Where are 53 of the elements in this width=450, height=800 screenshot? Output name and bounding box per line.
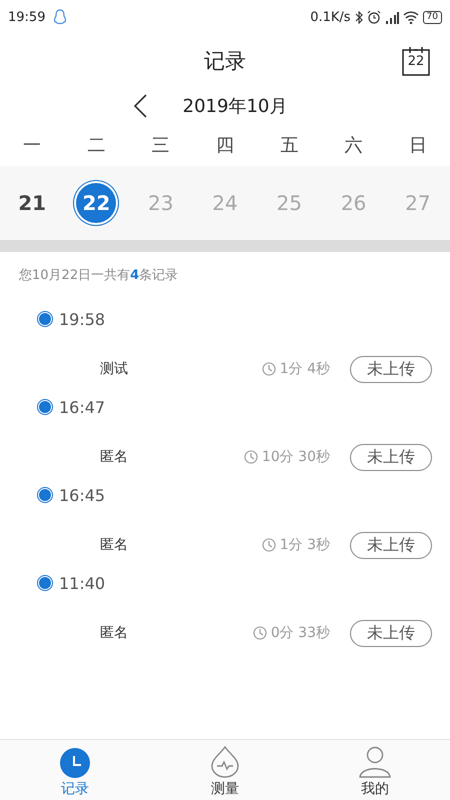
record-duration: 10分 30秒 [262, 448, 330, 466]
back-icon[interactable] [132, 94, 147, 118]
record-name: 测试 [100, 360, 129, 378]
timeline-dot [37, 487, 53, 503]
clock-icon [60, 748, 90, 778]
battery-level: 70 [422, 10, 442, 24]
weekday-label: 三 [150, 134, 171, 157]
day-item[interactable]: 21 [12, 183, 52, 223]
record-time: 16:45 [59, 486, 106, 504]
nav-tab[interactable]: 记录 [0, 740, 150, 800]
record-name: 匿名 [100, 536, 129, 554]
calendar-day: 22 [402, 54, 430, 69]
alarm-icon [366, 10, 381, 24]
clock-icon [252, 626, 267, 640]
drop-pulse-icon [210, 746, 240, 778]
network-speed: 0.1K/s [310, 10, 351, 24]
page-title: 记录 [204, 48, 246, 75]
signal-icon [384, 10, 399, 24]
nav-tab[interactable]: 测量 [150, 740, 300, 800]
upload-status-button[interactable]: 未上传 [350, 532, 432, 558]
weekday-label: 五 [279, 134, 300, 157]
record-duration: 1分 4秒 [280, 360, 330, 378]
status-time: 19:59 [8, 10, 46, 24]
upload-status-button[interactable]: 未上传 [350, 444, 432, 470]
record-name: 匿名 [100, 448, 129, 466]
weekday-label: 六 [344, 134, 364, 157]
penguin-icon [53, 9, 68, 25]
weekday-label: 一 [22, 134, 42, 157]
wifi-icon [402, 10, 419, 24]
weekday-label: 四 [214, 134, 235, 157]
record-duration: 0分 33秒 [270, 624, 330, 642]
nav-tab[interactable]: 我的 [300, 740, 450, 800]
clock-icon [244, 450, 258, 464]
clock-icon [262, 538, 276, 552]
record-time: 11:40 [59, 574, 106, 592]
month-label: 2019年10月 [182, 95, 288, 118]
record-time: 16:47 [59, 398, 106, 416]
record-summary: 您10月22日一共有4条记录 [19, 267, 180, 284]
upload-status-button[interactable]: 未上传 [350, 620, 432, 646]
calendar-icon[interactable] [402, 46, 430, 76]
bluetooth-icon [354, 10, 363, 24]
timeline-dot [37, 575, 53, 591]
timeline-dot [37, 399, 53, 415]
record-time: 19:58 [59, 310, 106, 328]
timeline-dot [37, 311, 53, 327]
day-item[interactable]: 22 [76, 183, 116, 223]
weekday-label: 日 [408, 134, 428, 157]
upload-status-button[interactable]: 未上传 [350, 356, 432, 382]
clock-icon [262, 362, 276, 376]
record-name: 匿名 [100, 624, 129, 642]
record-duration: 1分 3秒 [280, 536, 330, 554]
weekday-label: 二 [86, 134, 106, 157]
person-icon [359, 746, 391, 778]
